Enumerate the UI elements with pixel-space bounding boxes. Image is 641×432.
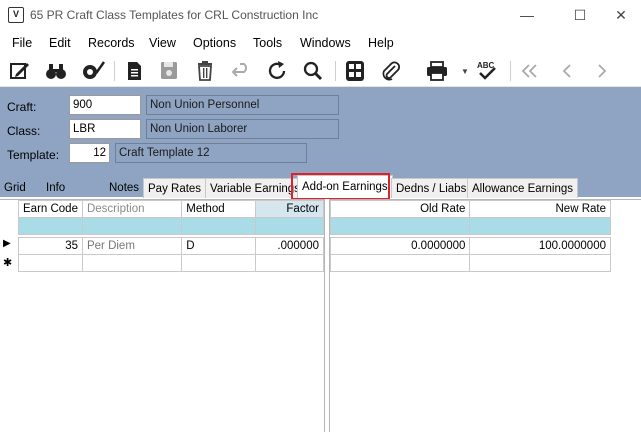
spellcheck-label: ABC xyxy=(477,61,495,70)
window-title: 65 PR Craft Class Templates for CRL Cons… xyxy=(30,8,319,22)
tab-grid[interactable]: Grid xyxy=(0,178,30,198)
col-method[interactable]: Method xyxy=(181,200,256,218)
craft-label: Craft: xyxy=(7,100,37,114)
factor-cell[interactable]: .000000 xyxy=(254,237,325,255)
new-row-marker-icon: ✱ xyxy=(3,257,13,269)
grid-area: Earn Code Description Method Factor 35 P… xyxy=(0,199,641,432)
class-description: Non Union Laborer xyxy=(146,119,339,139)
menu-file[interactable]: File xyxy=(12,36,32,50)
menu-records[interactable]: Records xyxy=(88,36,135,50)
filter-cell[interactable] xyxy=(81,217,183,235)
empty-cell[interactable] xyxy=(18,254,83,272)
template-label: Template: xyxy=(7,148,60,162)
settings-check-icon[interactable] xyxy=(79,59,106,83)
menu-bar: File Edit Records View Options Tools Win… xyxy=(0,31,641,55)
class-label: Class: xyxy=(7,124,41,138)
grid-splitter[interactable] xyxy=(324,199,330,432)
tab-info[interactable]: Info xyxy=(42,178,69,198)
print-icon[interactable] xyxy=(424,59,450,83)
toolbar-separator xyxy=(335,61,336,81)
right-grid: Old Rate New Rate 0.0000000 100.0000000 xyxy=(329,200,611,272)
spellcheck-icon[interactable]: ABC xyxy=(474,59,500,83)
old-rate-cell[interactable]: 0.0000000 xyxy=(329,237,471,255)
menu-options[interactable]: Options xyxy=(193,36,236,50)
save-icon[interactable] xyxy=(156,59,182,83)
filter-cell[interactable] xyxy=(329,217,471,235)
tab-dedns-liabs[interactable]: Dedns / Liabs xyxy=(391,178,472,198)
previous-record-icon[interactable] xyxy=(554,59,580,83)
tab-addon-earnings[interactable]: Add-on Earnings xyxy=(297,175,393,198)
menu-edit[interactable]: Edit xyxy=(49,36,71,50)
filter-cell[interactable] xyxy=(181,217,256,235)
app-icon: V xyxy=(8,7,24,23)
filter-cell[interactable] xyxy=(18,217,83,235)
new-rate-cell[interactable]: 100.0000000 xyxy=(469,237,611,255)
table-row[interactable]: 35 Per Diem D .000000 xyxy=(18,237,325,255)
empty-cell[interactable] xyxy=(254,254,325,272)
refresh-icon[interactable] xyxy=(264,59,290,83)
tab-notes[interactable]: Notes xyxy=(105,178,143,198)
menu-help[interactable]: Help xyxy=(368,36,394,50)
description-cell[interactable]: Per Diem xyxy=(81,237,183,255)
table-row[interactable]: 0.0000000 100.0000000 xyxy=(329,237,611,255)
tab-allowance-earnings[interactable]: Allowance Earnings xyxy=(467,178,579,198)
print-dropdown-icon[interactable]: ▼ xyxy=(461,67,469,76)
search-icon[interactable] xyxy=(300,59,326,83)
toolbar-separator xyxy=(510,61,511,81)
col-factor[interactable]: Factor xyxy=(254,200,325,218)
craft-description: Non Union Personnel xyxy=(146,95,339,115)
title-bar: V 65 PR Craft Class Templates for CRL Co… xyxy=(0,0,641,31)
close-button[interactable]: ✕ xyxy=(601,4,641,26)
craft-input[interactable]: 900 xyxy=(69,95,141,115)
method-cell[interactable]: D xyxy=(181,237,256,255)
left-grid: Earn Code Description Method Factor 35 P… xyxy=(18,200,325,272)
filter-cell[interactable] xyxy=(469,217,611,235)
undo-icon[interactable] xyxy=(228,59,254,83)
new-row[interactable] xyxy=(18,254,325,272)
empty-cell[interactable] xyxy=(469,254,611,272)
col-old-rate[interactable]: Old Rate xyxy=(329,200,471,218)
filter-cell[interactable] xyxy=(254,217,325,235)
menu-view[interactable]: View xyxy=(149,36,176,50)
tab-variable-earnings[interactable]: Variable Earnings xyxy=(205,178,305,198)
maximize-button[interactable]: ☐ xyxy=(560,4,600,26)
new-row[interactable] xyxy=(329,254,611,272)
empty-cell[interactable] xyxy=(329,254,471,272)
menu-tools[interactable]: Tools xyxy=(253,36,282,50)
class-input[interactable]: LBR xyxy=(69,119,141,139)
tab-bar: Grid Info Notes Pay Rates Variable Earni… xyxy=(0,175,641,199)
menu-windows[interactable]: Windows xyxy=(300,36,351,50)
next-record-icon[interactable] xyxy=(589,59,615,83)
tab-pay-rates[interactable]: Pay Rates xyxy=(143,178,207,198)
calculator-icon[interactable] xyxy=(342,59,368,83)
document-icon[interactable] xyxy=(121,59,147,83)
toolbar: ▼ ABC xyxy=(0,55,641,87)
empty-cell[interactable] xyxy=(81,254,183,272)
col-earn-code[interactable]: Earn Code xyxy=(18,200,83,218)
binoculars-icon[interactable] xyxy=(43,59,69,83)
earn-code-cell[interactable]: 35 xyxy=(18,237,83,255)
current-row-marker-icon: ▶ xyxy=(3,238,11,249)
attachment-icon[interactable] xyxy=(378,59,404,83)
col-new-rate[interactable]: New Rate xyxy=(469,200,611,218)
first-record-icon[interactable] xyxy=(517,59,543,83)
toolbar-separator xyxy=(114,61,115,81)
minimize-button[interactable]: — xyxy=(507,4,547,26)
template-input[interactable]: 12 xyxy=(69,143,110,163)
col-description[interactable]: Description xyxy=(81,200,183,218)
template-description: Craft Template 12 xyxy=(115,143,307,163)
delete-icon[interactable] xyxy=(192,59,218,83)
empty-cell[interactable] xyxy=(181,254,256,272)
edit-notes-icon[interactable] xyxy=(7,59,33,83)
